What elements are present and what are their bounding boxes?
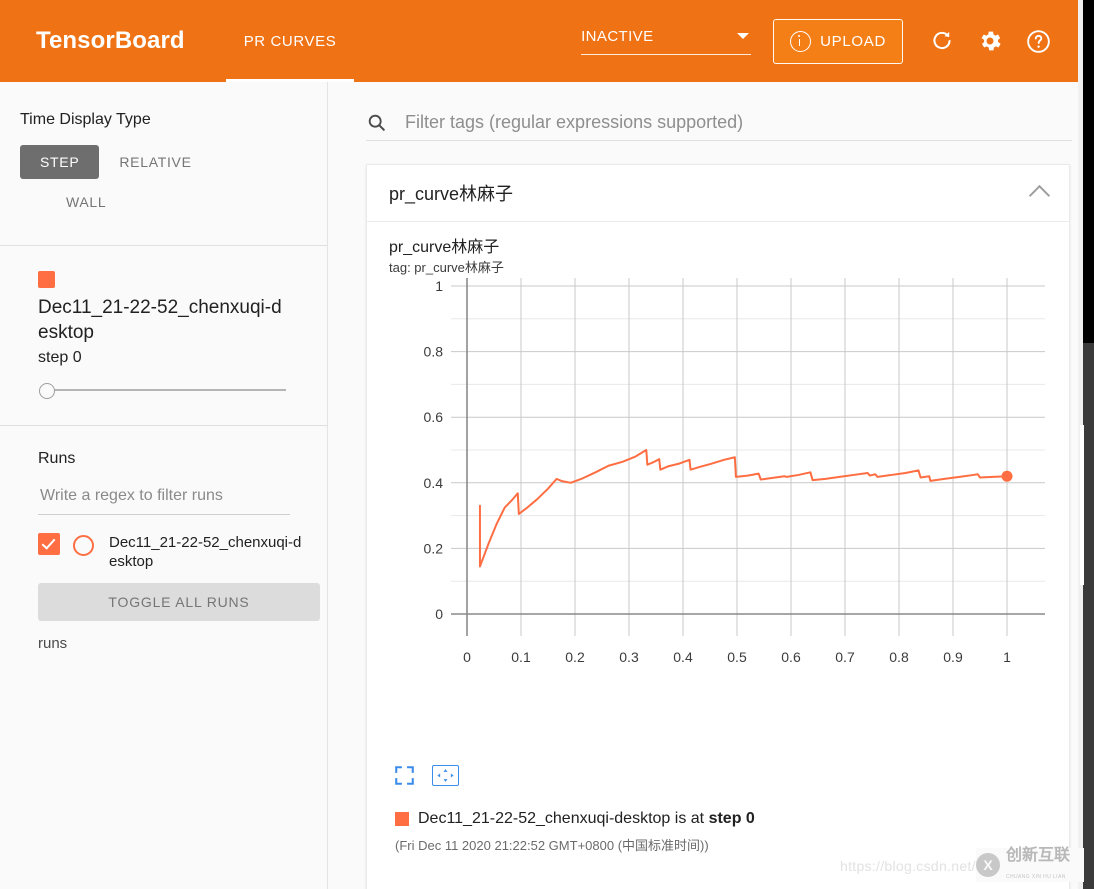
series-line [478,449,1008,568]
y-axis-tick-label: 0 [435,606,443,622]
watermark-url: https://blog.csdn.net/m [840,858,988,874]
upload-button[interactable]: UPLOAD [773,18,903,64]
tag-filter-input[interactable] [403,110,1072,134]
run-state-dropdown[interactable]: INACTIVE [581,27,752,55]
x-axis-tick-label: 0.5 [727,649,747,665]
run-color-swatch [38,271,55,288]
watermark-logo-letter: X [983,857,993,873]
x-axis-tick-label: 0.7 [835,649,855,665]
x-axis-tick-label: 0.6 [781,649,801,665]
chevron-down-icon [737,33,750,39]
scrollbar-thumb[interactable] [1080,425,1084,585]
upload-button-label: UPLOAD [820,32,886,50]
top-app-bar: TensorBoard PR CURVES INACTIVE UPLOAD [0,0,1078,82]
chart-title: pr_curve林麻子 [389,239,500,256]
help-icon[interactable] [1025,28,1052,55]
watermark-logo-cn: 创新互联 [1006,847,1071,864]
run-item-label: Dec11_21-22-52_chenxuqi-desktop [109,534,302,570]
main-content: pr_curve林麻子 pr_curve林麻子 tag: pr_curve林麻子… [329,82,1078,889]
legend-run-name: Dec11_21-22-52_chenxuqi-desktop [418,810,671,827]
x-axis-tick-label: 0.9 [943,649,963,665]
header-icon-group [929,28,1052,55]
chart-controls [395,765,459,786]
series-end-marker [1001,470,1013,482]
sidebar-divider-2 [0,425,327,426]
watermark-logo-en: CHUANG XIN HU LIAN [1006,874,1066,880]
chevron-up-icon[interactable] [1028,184,1051,207]
x-axis-tick-label: 0.2 [565,649,585,665]
info-icon [790,30,812,52]
y-axis-tick-label: 0.2 [424,540,444,556]
legend-timestamp: (Fri Dec 11 2020 21:22:52 GMT+0800 (中国标准… [395,838,709,853]
run-radio[interactable] [73,535,94,556]
x-axis-tick-label: 0.4 [673,649,693,665]
pr-curve-card: pr_curve林麻子 pr_curve林麻子 tag: pr_curve林麻子… [366,164,1070,889]
run-summary-name: Dec11_21-22-52_chenxuqi-desktop [38,297,282,343]
brand-title: TensorBoard [36,27,185,54]
time-display-relative-button[interactable]: RELATIVE [99,145,211,179]
legend-step: step 0 [708,810,755,827]
tag-filter-row [366,104,1072,141]
tab-pr-curves[interactable]: PR CURVES [225,0,355,82]
run-checkbox[interactable] [38,533,60,555]
card-header[interactable]: pr_curve林麻子 [367,165,1069,222]
run-state-value: INACTIVE [581,27,654,45]
legend-text: Dec11_21-22-52_chenxuqi-desktop is at st… [418,810,755,828]
card-header-title: pr_curve林麻子 [389,184,514,204]
sidebar: Time Display Type STEP RELATIVE WALL Dec… [0,82,328,889]
watermark-logo-mark: X [976,853,1000,877]
step-slider-thumb[interactable] [39,383,55,399]
watermark-logo-text: 创新互联 CHUANG XIN HU LIAN [1006,847,1070,883]
watermark-logo: X 创新互联 CHUANG XIN HU LIAN [976,848,1084,882]
x-axis-tick-label: 0.3 [619,649,639,665]
time-display-step-button[interactable]: STEP [20,145,100,179]
run-list-item: Dec11_21-22-52_chenxuqi-desktop [38,533,303,571]
x-axis-tick-label: 0 [463,649,471,665]
nav-tabs: PR CURVES [225,0,355,82]
runs-filter-input[interactable] [38,486,290,515]
runs-footer-label: runs [38,635,68,652]
run-summary-step: step 0 [38,349,82,366]
pr-curve-plot[interactable]: 0 0.2 0.4 0.6 0.8 1 0 0.1 0.2 0.3 0.4 0.5 0.6 0.7 0.8 0… [367,273,1069,733]
y-axis-tick-label: 0.4 [424,475,444,491]
tab-pr-curves-label: PR CURVES [243,32,337,50]
x-axis-tick-label: 1 [1003,649,1011,665]
sidebar-divider-1 [0,245,327,246]
time-display-type-title: Time Display Type [20,111,151,128]
window-edge-dark-upper [1083,0,1094,343]
y-axis-tick-label: 1 [435,278,443,294]
legend-color-swatch [395,812,409,826]
x-axis-tick-label: 0.1 [511,649,531,665]
time-display-type-row-1: STEP RELATIVE [20,145,327,179]
gear-icon[interactable] [977,28,1003,54]
time-display-wall-button[interactable]: WALL [46,185,126,219]
window-edge-dark-lower [1083,343,1094,889]
y-axis-tick-label: 0.8 [424,344,444,360]
refresh-icon[interactable] [929,28,955,54]
expand-corners-icon[interactable] [395,766,414,785]
step-slider[interactable] [38,381,286,399]
toggle-all-runs-button[interactable]: TOGGLE ALL RUNS [38,583,320,621]
y-axis-tick-label: 0.6 [424,409,444,425]
fit-to-view-icon[interactable] [432,765,459,786]
runs-title: Runs [38,450,76,467]
legend-is-at: is at [674,810,705,827]
time-display-type-row-2: WALL [46,185,327,219]
step-slider-track [48,389,286,391]
tensorboard-app: TensorBoard PR CURVES INACTIVE UPLOAD Ti… [0,0,1094,889]
x-axis-tick-label: 0.8 [889,649,909,665]
search-icon [368,114,385,131]
chart-legend: Dec11_21-22-52_chenxuqi-desktop is at st… [395,810,755,828]
